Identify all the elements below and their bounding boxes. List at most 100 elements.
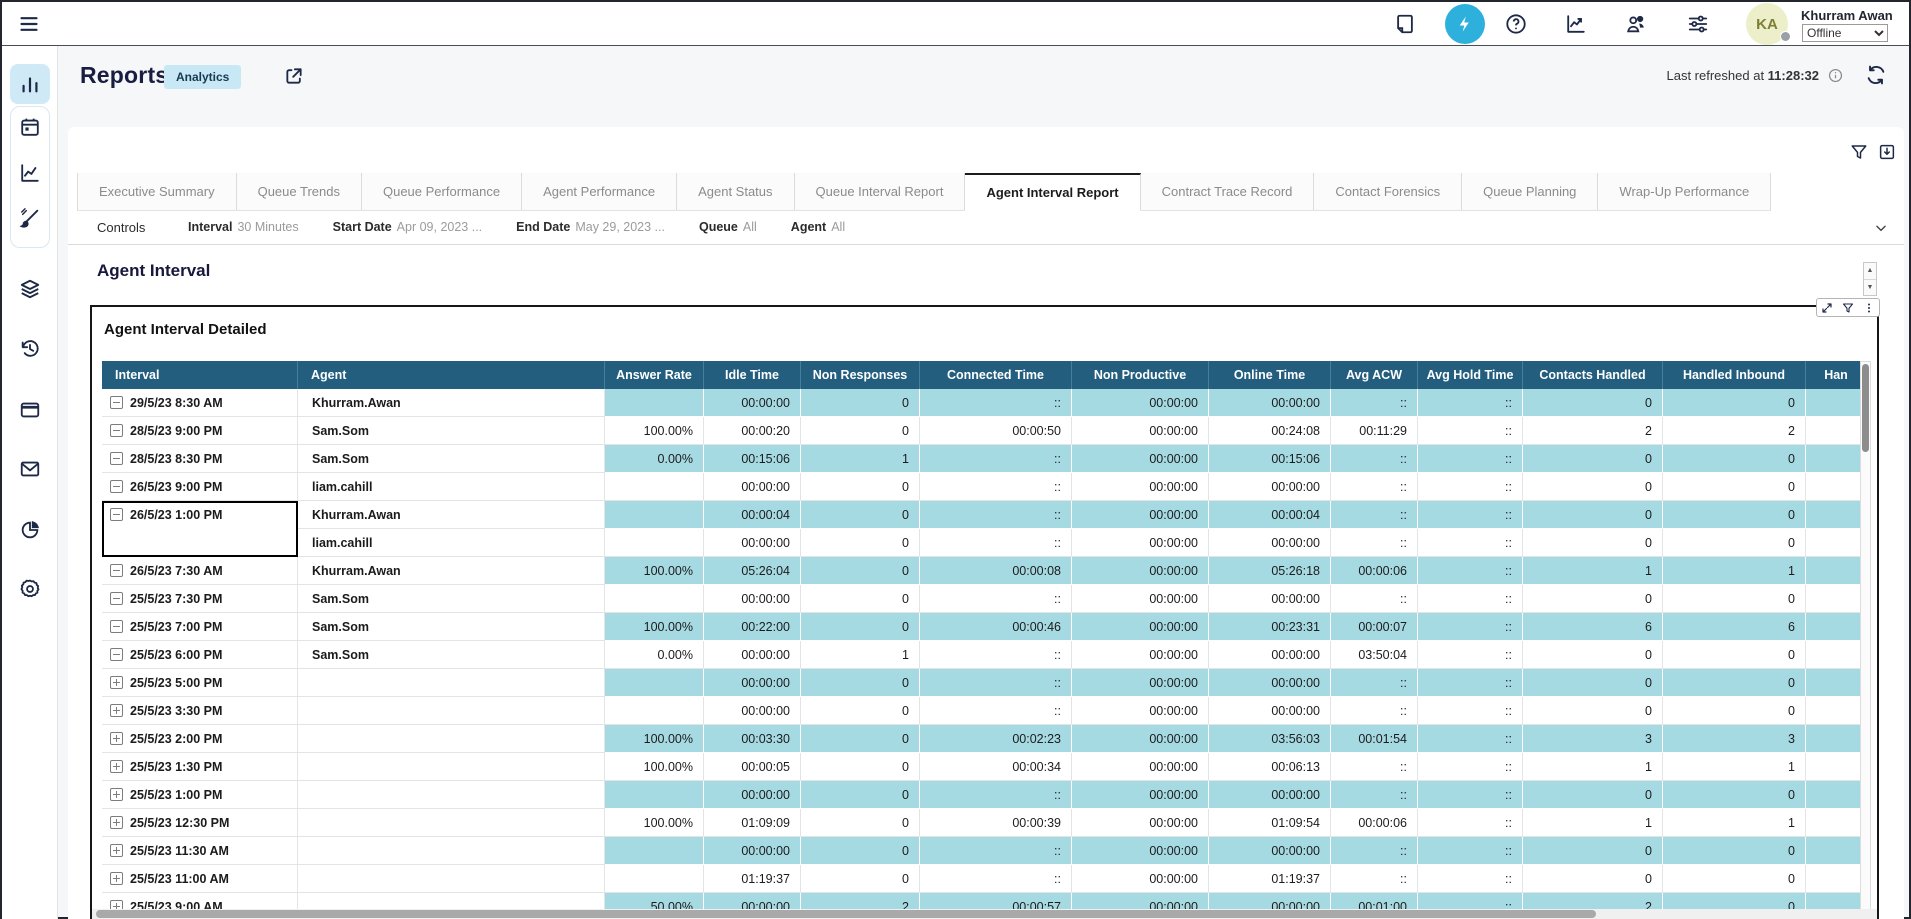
design-icon[interactable]: [19, 207, 41, 229]
cell-avg-acw[interactable]: 00:01:54: [1331, 725, 1418, 753]
cell-non-responses[interactable]: 0: [801, 669, 920, 697]
cell-online-time[interactable]: 00:06:13: [1209, 753, 1331, 781]
control-start-date[interactable]: Start DateApr 09, 2023 ...: [333, 220, 483, 234]
cell-avg-hold-time[interactable]: ::: [1418, 585, 1523, 613]
cell-handled-inbound[interactable]: 0: [1663, 473, 1806, 501]
cell-idle-time[interactable]: 00:15:06: [704, 445, 801, 473]
cell-avg-acw[interactable]: ::: [1331, 529, 1418, 557]
chevron-down-icon[interactable]: [1874, 221, 1888, 235]
line-chart-icon[interactable]: [19, 162, 41, 184]
column-header-handled-inbound[interactable]: Handled Inbound: [1663, 361, 1806, 389]
tab-contact-forensics[interactable]: Contact Forensics: [1314, 173, 1462, 210]
cell-connected-time[interactable]: ::: [920, 697, 1072, 725]
cell-contacts-handled[interactable]: 0: [1523, 585, 1663, 613]
collapse-toggle-icon[interactable]: [110, 396, 123, 409]
cell-connected-time[interactable]: ::: [920, 473, 1072, 501]
cell-handled-inbound[interactable]: 0: [1663, 865, 1806, 893]
cell-avg-hold-time[interactable]: ::: [1418, 501, 1523, 529]
cell-idle-time[interactable]: 01:19:37: [704, 865, 801, 893]
cell-online-time[interactable]: 00:24:08: [1209, 417, 1331, 445]
cell-avg-hold-time[interactable]: ::: [1418, 837, 1523, 865]
cell-interval[interactable]: 25/5/23 3:30 PM: [102, 697, 298, 725]
table-horizontal-scrollbar[interactable]: [92, 909, 1877, 919]
cell-non-productive[interactable]: 00:00:00: [1072, 809, 1209, 837]
cell-handled-inbound[interactable]: 0: [1663, 641, 1806, 669]
cell-answer-rate[interactable]: [605, 473, 704, 501]
gear-icon[interactable]: [19, 578, 41, 600]
cell-handled-inbound[interactable]: 0: [1663, 501, 1806, 529]
cell-connected-time[interactable]: 00:02:23: [920, 725, 1072, 753]
cell-avg-acw[interactable]: ::: [1331, 669, 1418, 697]
cell-agent[interactable]: Sam.Som: [298, 613, 605, 641]
scroll-down-icon[interactable]: ▼: [1864, 280, 1876, 296]
cell-interval[interactable]: 25/5/23 7:30 PM: [102, 585, 298, 613]
cell-non-responses[interactable]: 0: [801, 753, 920, 781]
cell-avg-hold-time[interactable]: ::: [1418, 389, 1523, 417]
scroll-thumb[interactable]: [96, 910, 1596, 918]
cell-contacts-handled[interactable]: 0: [1523, 473, 1663, 501]
column-header-connected-time[interactable]: Connected Time: [920, 361, 1072, 389]
cell-agent[interactable]: [298, 697, 605, 725]
cell-connected-time[interactable]: ::: [920, 529, 1072, 557]
cell-agent[interactable]: [298, 669, 605, 697]
cell-contacts-handled[interactable]: 0: [1523, 389, 1663, 417]
cell-agent[interactable]: Sam.Som: [298, 641, 605, 669]
line-chart-icon[interactable]: [1565, 13, 1587, 35]
cell-agent[interactable]: liam.cahill: [298, 473, 605, 501]
cell-connected-time[interactable]: ::: [920, 585, 1072, 613]
cell-avg-hold-time[interactable]: ::: [1418, 613, 1523, 641]
tab-contract-trace-record[interactable]: Contract Trace Record: [1141, 173, 1315, 210]
cell-contacts-handled[interactable]: 0: [1523, 501, 1663, 529]
cell-connected-time[interactable]: ::: [920, 837, 1072, 865]
status-select[interactable]: Offline: [1802, 24, 1888, 42]
cell-non-productive[interactable]: 00:00:00: [1072, 501, 1209, 529]
cell-non-productive[interactable]: 00:00:00: [1072, 669, 1209, 697]
cell-avg-hold-time[interactable]: ::: [1418, 417, 1523, 445]
kebab-menu-icon[interactable]: [1863, 302, 1875, 314]
cell-handled-inbound[interactable]: 6: [1663, 613, 1806, 641]
cell-avg-hold-time[interactable]: ::: [1418, 557, 1523, 585]
cell-handled-inbound[interactable]: 3: [1663, 725, 1806, 753]
cell-avg-hold-time[interactable]: ::: [1418, 529, 1523, 557]
cell-han[interactable]: [1806, 865, 1867, 893]
cell-answer-rate[interactable]: 100.00%: [605, 417, 704, 445]
cell-avg-hold-time[interactable]: ::: [1418, 473, 1523, 501]
sliders-icon[interactable]: [1687, 13, 1709, 35]
cell-connected-time[interactable]: ::: [920, 501, 1072, 529]
cell-answer-rate[interactable]: [605, 529, 704, 557]
cell-online-time[interactable]: 00:00:00: [1209, 585, 1331, 613]
cell-non-productive[interactable]: 00:00:00: [1072, 529, 1209, 557]
cell-avg-acw[interactable]: 00:00:07: [1331, 613, 1418, 641]
cell-idle-time[interactable]: 00:00:00: [704, 585, 801, 613]
collapse-toggle-icon[interactable]: [110, 480, 123, 493]
cell-contacts-handled[interactable]: 0: [1523, 697, 1663, 725]
cell-interval[interactable]: 26/5/23 7:30 AM: [102, 557, 298, 585]
cell-han[interactable]: [1806, 529, 1867, 557]
cell-answer-rate[interactable]: [605, 501, 704, 529]
cell-avg-acw[interactable]: 00:00:06: [1331, 809, 1418, 837]
cell-connected-time[interactable]: ::: [920, 781, 1072, 809]
cell-online-time[interactable]: 00:00:00: [1209, 669, 1331, 697]
cell-non-responses[interactable]: 0: [801, 389, 920, 417]
collapse-toggle-icon[interactable]: [110, 452, 123, 465]
cell-answer-rate[interactable]: [605, 837, 704, 865]
cell-idle-time[interactable]: 00:00:00: [704, 781, 801, 809]
window-icon[interactable]: [19, 399, 41, 421]
cell-avg-hold-time[interactable]: ::: [1418, 725, 1523, 753]
tab-wrap-up-performance[interactable]: Wrap-Up Performance: [1598, 173, 1771, 210]
cell-avg-hold-time[interactable]: ::: [1418, 809, 1523, 837]
cell-connected-time[interactable]: ::: [920, 641, 1072, 669]
cell-han[interactable]: [1806, 473, 1867, 501]
cell-online-time[interactable]: 00:00:00: [1209, 641, 1331, 669]
column-header-agent[interactable]: Agent: [298, 361, 605, 389]
cell-han[interactable]: [1806, 781, 1867, 809]
cell-avg-hold-time[interactable]: ::: [1418, 865, 1523, 893]
cell-interval[interactable]: 25/5/23 1:00 PM: [102, 781, 298, 809]
external-link-icon[interactable]: [284, 66, 304, 86]
cell-agent[interactable]: Khurram.Awan: [298, 389, 605, 417]
cell-interval[interactable]: 25/5/23 2:00 PM: [102, 725, 298, 753]
cell-han[interactable]: [1806, 585, 1867, 613]
column-header-avg-hold-time[interactable]: Avg Hold Time: [1418, 361, 1523, 389]
expand-toggle-icon[interactable]: [110, 816, 123, 829]
cell-answer-rate[interactable]: [605, 781, 704, 809]
